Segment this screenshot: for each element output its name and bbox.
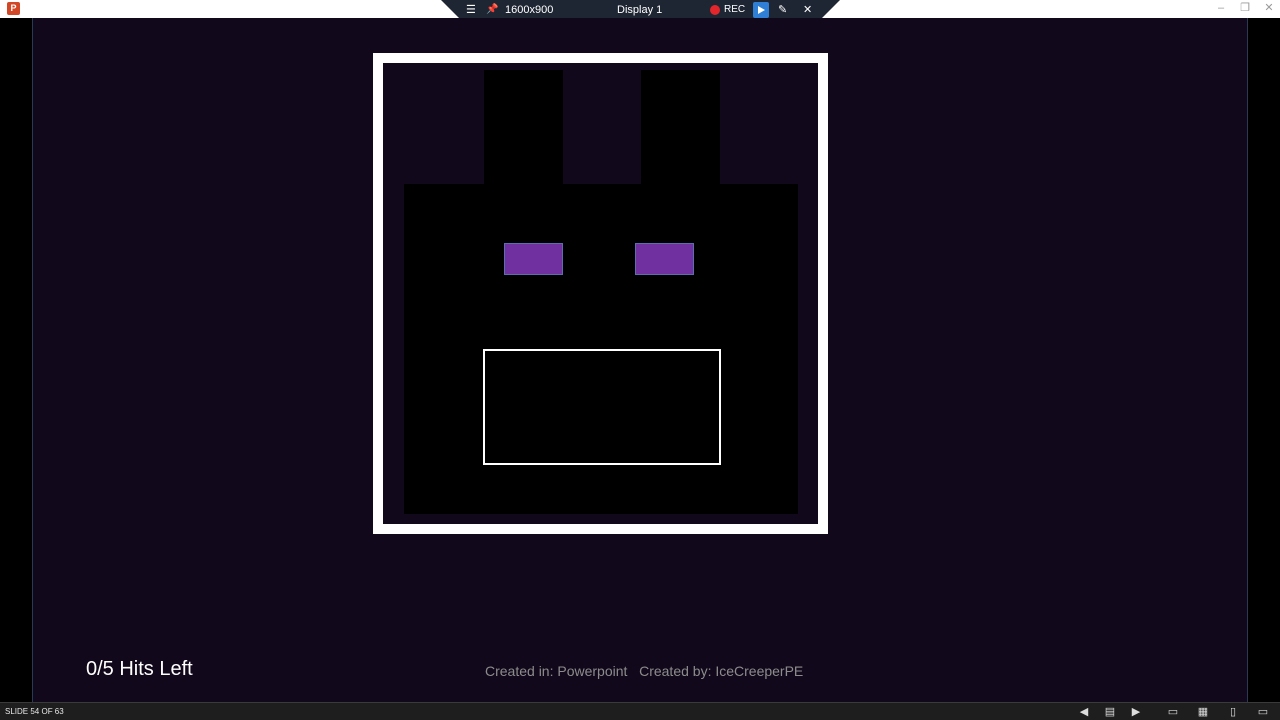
record-dot-icon[interactable] — [710, 5, 720, 15]
toolbar-close-icon[interactable]: ✕ — [803, 0, 812, 20]
normal-view-icon[interactable]: ▭ — [1166, 705, 1180, 719]
credits-text: Created in: Powerpoint Created by: IceCr… — [485, 663, 804, 679]
rec-button[interactable]: REC — [724, 0, 745, 20]
menu-icon[interactable]: ☰ — [466, 0, 476, 20]
display-settings-icon[interactable]: ▭ — [1256, 705, 1270, 719]
left-ear — [484, 70, 563, 185]
status-bar: SLIDE 54 OF 63 ◀ ▤ ▶ ▭ ▦ ▯ ▭ — [0, 702, 1280, 720]
notes-icon[interactable]: ▤ — [1103, 705, 1117, 719]
restore-icon[interactable]: ❐ — [1237, 1, 1253, 15]
minimize-icon[interactable]: – — [1213, 1, 1229, 15]
play-button[interactable] — [753, 2, 769, 18]
window-close-icon[interactable]: ✕ — [1261, 1, 1277, 15]
slide-sorter-icon[interactable]: ▦ — [1196, 705, 1210, 719]
next-icon[interactable]: ▶ — [1129, 705, 1143, 719]
right-eye — [635, 243, 694, 275]
prev-icon[interactable]: ◀ — [1077, 705, 1091, 719]
resolution-label: 1600x900 — [505, 4, 554, 16]
display-selector[interactable]: Display 1 — [617, 0, 662, 20]
right-ear — [641, 70, 720, 185]
slide-counter: SLIDE 54 OF 63 — [5, 707, 64, 716]
recording-toolbar: ☰ 📌 1600x900 Display 1 REC ✎ ✕ — [441, 0, 840, 20]
powerpoint-app-icon[interactable]: P — [7, 2, 20, 15]
left-eye — [504, 243, 563, 275]
pin-icon[interactable]: 📌 — [486, 0, 498, 20]
pen-icon[interactable]: ✎ — [778, 0, 787, 20]
reading-view-icon[interactable]: ▯ — [1226, 705, 1240, 719]
mouth-hit-target[interactable] — [483, 349, 721, 465]
hits-left-counter: 0/5 Hits Left — [86, 658, 193, 680]
